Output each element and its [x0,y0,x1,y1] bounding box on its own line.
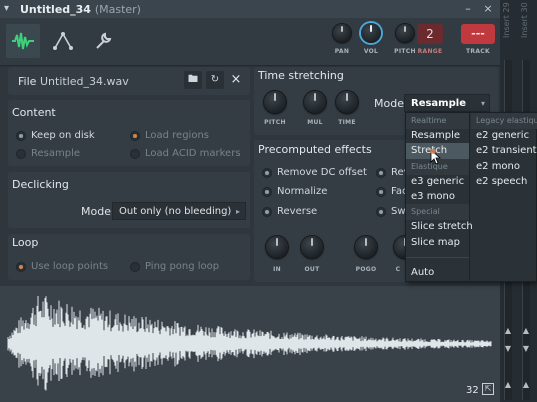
in-label: IN [273,266,281,273]
file-panel: File Untitled_34.wav 🖿 ↻ × [8,67,250,95]
dropdown-option[interactable]: Slice map [406,235,469,251]
open-folder-icon[interactable]: 🖿 [184,71,202,89]
track-label: TRACK [466,48,490,55]
resample-option[interactable]: Resample [16,148,80,159]
dropdown-option[interactable]: e2 generic [471,128,537,144]
insert-30-arrow-icon[interactable]: ▲ [521,380,531,389]
content-panel: Content Keep on disk Load regions Resamp… [8,100,250,166]
envelope-tab-icon[interactable] [46,24,80,58]
load-acid-markers-option[interactable]: Load ACID markers [130,148,241,159]
declicking-title: Declicking [12,178,69,191]
loop-title: Loop [12,236,39,249]
dropdown-column-main: Realtime Resample Stretch Elastique e3 gener… [406,113,473,281]
time-knob[interactable] [336,91,358,113]
stretch-mode-dropdown: Realtime Resample Stretch Elastique e3 gener… [405,112,537,282]
out-label: OUT [304,266,320,273]
dropdown-option[interactable]: e2 mono [471,159,537,175]
dropdown-option[interactable]: e3 generic [406,174,469,190]
dropdown-option[interactable]: Resample [406,128,469,144]
file-name: Untitled_34.wav [40,75,129,88]
stretch-pitch-knob[interactable] [264,91,286,113]
insert-29-arrow-up-icon[interactable]: ▲ [503,326,513,335]
insert-29-arrow-down-icon[interactable]: ▼ [503,344,513,353]
waveform-display[interactable]: 32 ⇱ [0,286,500,402]
swap-option[interactable]: Sw [376,206,406,217]
reverse-option[interactable]: Reverse [262,206,317,217]
load-regions-option[interactable]: Load regions [130,130,209,141]
insert-29-label: Insert 29 [502,2,511,38]
close-button[interactable]: × [480,1,496,17]
stretch-mode-select[interactable]: Resample ▾ [404,94,490,112]
toolbar: PAN VOL PITCH 2 RANGE --- TRACK [0,18,500,66]
fade-option[interactable]: Fac [376,186,407,197]
insert-30-arrow-down-icon[interactable]: ▼ [521,344,531,353]
out-knob[interactable] [301,236,323,258]
insert-29-arrow-icon[interactable]: ▲ [503,380,513,389]
ping-pong-loop-option[interactable]: Ping pong loop [130,261,219,272]
dropdown-divider[interactable] [406,256,469,258]
title-bar: ▾ Untitled_34 (Master) – × [0,0,537,18]
grid-icon[interactable]: ⇱ [482,383,494,395]
insert-30-label: Insert 30 [520,2,529,38]
time-stretching-title: Time stretching [258,69,344,82]
window-menu-icon[interactable]: ▾ [4,4,14,14]
dropdown-option[interactable]: Auto [406,265,469,281]
dropdown-header: Realtime [406,113,469,129]
zoom-counter: 32 [466,385,479,396]
content-title: Content [12,106,56,119]
volume-knob[interactable] [361,23,381,43]
dropdown-option[interactable]: Slice stretch [406,219,473,235]
track-value[interactable]: --- [461,24,495,44]
minimize-button[interactable]: – [460,1,476,17]
pogo-knob[interactable] [355,236,377,258]
waveform-graphic [7,296,492,391]
mul-label: MUL [307,119,323,126]
volume-label: VOL [363,48,379,55]
dropdown-option[interactable]: e2 transient [471,143,537,159]
dropdown-header: Legacy elastique [471,113,537,129]
precomputed-title: Precomputed effects [258,143,372,156]
c-label: C [395,266,401,273]
pan-label: PAN [334,48,350,55]
mul-knob[interactable] [304,91,326,113]
stretch-mode-label: Mode [374,97,404,110]
dropdown-header: Special [406,204,469,221]
insert-30-arrow-up-icon[interactable]: ▲ [521,326,531,335]
wrench-tab-icon[interactable] [86,24,120,58]
remove-dc-offset-option[interactable]: Remove DC offset [262,167,367,178]
file-label: File [18,75,37,88]
dropdown-column-legacy: Legacy elastique e2 generic e2 transient e2… [471,113,537,281]
time-label: TIME [338,119,356,126]
stretch-pitch-label: PITCH [264,119,286,126]
range-value[interactable]: 2 [417,24,443,44]
keep-on-disk-option[interactable]: Keep on disk [16,130,95,141]
dropdown-option[interactable]: e2 speech [471,174,537,190]
pitch-knob[interactable] [396,24,414,42]
pan-knob[interactable] [333,24,351,42]
declicking-panel: Declicking Mode Out only (no bleeding) ▸ [8,172,250,228]
in-knob[interactable] [266,236,288,258]
loop-panel: Loop Use loop points Ping pong loop [8,234,250,280]
declicking-mode-label: Mode [81,205,111,218]
use-loop-points-option[interactable]: Use loop points [16,261,108,272]
dropdown-option[interactable]: e3 mono [406,189,469,205]
normalize-option[interactable]: Normalize [262,186,327,197]
range-label: RANGE [417,48,443,55]
waveform-tab-icon[interactable] [6,24,40,58]
declicking-mode-select[interactable]: Out only (no bleeding) ▸ [112,202,246,220]
mouse-cursor-icon [430,148,442,165]
pogo-label: POGO [355,266,377,273]
reload-icon[interactable]: ↻ [206,71,224,89]
remove-file-icon[interactable]: × [228,71,244,89]
window-title: Untitled_34 (Master) [20,2,141,16]
